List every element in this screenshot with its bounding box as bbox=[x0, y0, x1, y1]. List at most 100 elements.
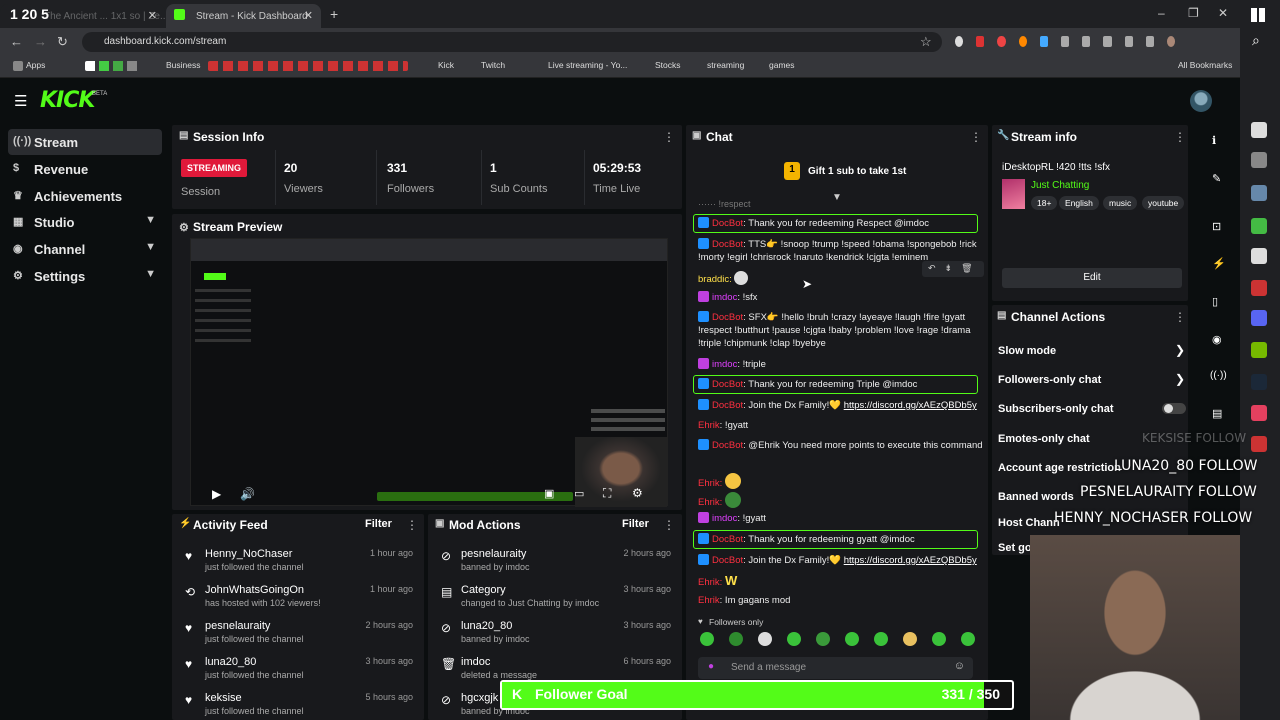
kebab-icon[interactable]: ⋮ bbox=[970, 130, 982, 144]
chat-username[interactable]: DocBot bbox=[712, 239, 743, 250]
settings-icon[interactable]: ⚙ bbox=[632, 486, 643, 500]
sidebar-item-achievements[interactable]: ♛ Achievements bbox=[8, 183, 162, 209]
activity-name[interactable]: JohnWhatsGoingOn bbox=[205, 584, 304, 596]
emote-icon[interactable] bbox=[787, 632, 801, 646]
side-app-icon[interactable] bbox=[1251, 185, 1267, 201]
side-app-icon[interactable] bbox=[1251, 342, 1267, 358]
activity-name[interactable]: luna20_80 bbox=[205, 656, 256, 668]
kick-logo[interactable]: KICK bbox=[40, 88, 95, 113]
rail-icon[interactable]: ◉ bbox=[1212, 333, 1222, 346]
discord-link[interactable]: https://discord.gg/xAEzQBDb5y bbox=[844, 400, 977, 411]
close-icon[interactable]: ✕ bbox=[304, 9, 313, 22]
emote-icon[interactable] bbox=[903, 632, 917, 646]
side-app-icon[interactable] bbox=[1251, 405, 1267, 421]
pip-icon[interactable]: ▣ bbox=[544, 487, 554, 500]
all-bookmarks[interactable]: All Bookmarks bbox=[1178, 60, 1232, 70]
emote-icon[interactable] bbox=[932, 632, 946, 646]
chat-username[interactable]: DocBot bbox=[712, 379, 743, 390]
sidebar-item-channel[interactable]: ◉ Channel ▼ bbox=[8, 236, 162, 262]
new-tab-button[interactable]: + bbox=[330, 6, 338, 22]
pencil-icon[interactable]: ✎ bbox=[1212, 172, 1221, 185]
chevron-right-icon[interactable]: ❯ bbox=[1175, 343, 1185, 357]
slow-mode[interactable]: Slow mode bbox=[998, 345, 1056, 357]
chat-username[interactable]: imdoc bbox=[712, 292, 737, 303]
activity-filter-button[interactable]: Filter bbox=[365, 518, 392, 530]
emote-icon[interactable] bbox=[729, 632, 743, 646]
kebab-icon[interactable]: ⋮ bbox=[663, 130, 675, 144]
emotes-only-chat[interactable]: Emotes-only chat bbox=[998, 433, 1090, 445]
emote-icon[interactable] bbox=[758, 632, 772, 646]
chat-username[interactable]: Ehrik bbox=[698, 595, 720, 606]
forward-icon[interactable]: → bbox=[34, 34, 47, 49]
url-input[interactable]: dashboard.kick.com/stream bbox=[82, 32, 942, 52]
chat-username[interactable]: Ehrik: bbox=[698, 497, 722, 508]
star-icon[interactable]: ☆ bbox=[920, 34, 932, 50]
bookmark-streaming[interactable]: streaming bbox=[707, 60, 744, 70]
gift-sub-text[interactable]: Gift 1 sub to take 1st bbox=[808, 166, 906, 177]
rail-icon[interactable]: ▯ bbox=[1212, 295, 1218, 308]
close-icon[interactable]: ✕ bbox=[148, 9, 157, 22]
mod-filter-button[interactable]: Filter bbox=[622, 518, 649, 530]
chat-username[interactable]: DocBot bbox=[712, 534, 743, 545]
chat-username[interactable]: imdoc bbox=[712, 359, 737, 370]
rail-icon[interactable]: ((·)) bbox=[1210, 370, 1227, 381]
avatar[interactable] bbox=[1190, 90, 1212, 112]
minimize-icon[interactable]: – bbox=[1158, 6, 1165, 20]
bookmark-twitch[interactable]: Twitch bbox=[481, 60, 505, 70]
side-app-icon[interactable] bbox=[1251, 310, 1267, 326]
search-icon[interactable]: ⌕ bbox=[1252, 32, 1260, 49]
side-app-icon[interactable] bbox=[1251, 436, 1267, 452]
chat-username[interactable]: DocBot bbox=[712, 218, 743, 229]
chat-username[interactable]: DocBot bbox=[712, 555, 743, 566]
activity-name[interactable]: Henny_NoChaser bbox=[205, 548, 292, 560]
kebab-icon[interactable]: ⋮ bbox=[1174, 310, 1186, 324]
activity-name[interactable]: pesnelauraity bbox=[205, 620, 270, 632]
side-app-icon[interactable] bbox=[1251, 152, 1267, 168]
side-app-icon[interactable] bbox=[1251, 280, 1267, 296]
side-app-icon[interactable] bbox=[1251, 248, 1267, 264]
activity-name[interactable]: keksise bbox=[205, 692, 242, 704]
side-app-icon[interactable] bbox=[1251, 218, 1267, 234]
back-icon[interactable]: ← bbox=[10, 34, 23, 49]
chat-username[interactable]: DocBot bbox=[712, 312, 743, 323]
stream-video[interactable] bbox=[190, 238, 668, 507]
info-icon[interactable]: ℹ bbox=[1212, 134, 1216, 147]
close-window-icon[interactable]: ✕ bbox=[1218, 6, 1228, 20]
sidebar-item-settings[interactable]: ⚙ Settings ▼ bbox=[8, 263, 162, 289]
category-link[interactable]: Just Chatting bbox=[1031, 180, 1089, 191]
restore-icon[interactable]: ❐ bbox=[1188, 6, 1199, 20]
followers-only-chat[interactable]: Followers-only chat bbox=[998, 374, 1101, 386]
sidebar-item-studio[interactable]: ▦ Studio ▼ bbox=[8, 209, 162, 235]
emote-icon[interactable] bbox=[874, 632, 888, 646]
chat-username[interactable]: Ehrik bbox=[698, 420, 720, 431]
chat-username[interactable]: braddic: bbox=[698, 274, 732, 285]
chat-username[interactable]: DocBot bbox=[712, 440, 743, 451]
rail-icon[interactable]: ⊡ bbox=[1212, 220, 1221, 233]
bookmark-apps[interactable]: Apps bbox=[26, 60, 45, 70]
play-icon[interactable]: ▶ bbox=[212, 487, 221, 501]
rail-icon[interactable]: ▤ bbox=[1212, 407, 1222, 420]
fullscreen-icon[interactable]: ⛶ bbox=[603, 486, 611, 501]
mod-name[interactable]: pesnelauraity bbox=[461, 548, 526, 560]
sidebar-item-stream[interactable]: ((·)) Stream bbox=[8, 129, 162, 155]
chat-username[interactable]: Ehrik: bbox=[698, 577, 722, 588]
emote-icon[interactable] bbox=[845, 632, 859, 646]
side-app-icon[interactable] bbox=[1251, 122, 1267, 138]
bookmark-games[interactable]: games bbox=[769, 60, 795, 70]
bookmark-kick[interactable]: Kick bbox=[438, 60, 454, 70]
emote-icon[interactable] bbox=[700, 632, 714, 646]
chat-username[interactable]: Ehrik: bbox=[698, 478, 722, 489]
sidebar-item-revenue[interactable]: $ Revenue bbox=[8, 156, 162, 182]
discord-link[interactable]: https://discord.gg/xAEzQBDb5y bbox=[844, 555, 977, 566]
host-channel[interactable]: Host Chann bbox=[998, 517, 1060, 529]
kebab-icon[interactable]: ⋮ bbox=[1174, 130, 1186, 144]
rail-icon[interactable]: ⚡ bbox=[1212, 257, 1226, 270]
browser-tab-1[interactable]: 1 20 5 The Ancient ... 1x1 so | Ze... ✕ bbox=[0, 4, 165, 28]
chevron-right-icon[interactable]: ❯ bbox=[1175, 372, 1185, 386]
subscribers-only-chat[interactable]: Subscribers-only chat bbox=[998, 403, 1114, 415]
edit-button[interactable]: Edit bbox=[1002, 268, 1182, 288]
subscribers-only-toggle[interactable] bbox=[1162, 403, 1186, 414]
emoji-icon[interactable]: ☺ bbox=[954, 660, 965, 672]
emote-icon[interactable] bbox=[961, 632, 975, 646]
kebab-icon[interactable]: ⋮ bbox=[406, 518, 418, 532]
